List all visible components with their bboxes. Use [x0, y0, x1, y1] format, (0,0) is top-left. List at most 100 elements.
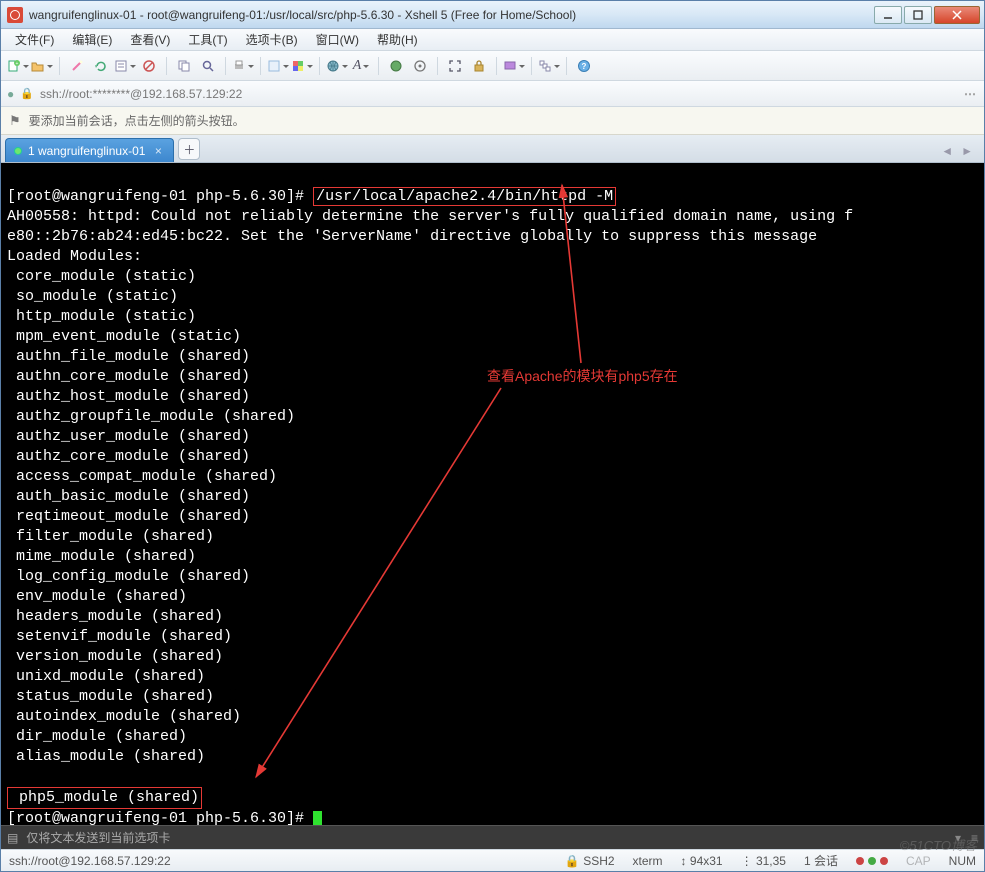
commandbar[interactable]: ▤ 仅将文本发送到当前选项卡 ▾ ≡ [1, 825, 984, 849]
terminal-line: status_module (shared) [7, 688, 214, 705]
cursor-icon [313, 811, 322, 825]
cmdbar-dropdown-icon[interactable]: ▾ [955, 831, 961, 845]
menu-edit[interactable]: 编辑(E) [64, 29, 120, 50]
copy-icon[interactable] [173, 55, 195, 77]
status-num: NUM [949, 854, 976, 868]
terminal[interactable]: [root@wangruifeng-01 php-5.6.30]# /usr/l… [1, 163, 984, 825]
addressbar-more-icon[interactable]: ⋯ [964, 87, 978, 101]
maximize-button[interactable] [904, 6, 932, 24]
font-icon[interactable] [267, 55, 289, 77]
tab-close-icon[interactable]: × [151, 144, 165, 158]
tab-prev-icon[interactable]: ◄ [938, 144, 956, 158]
tab-next-icon[interactable]: ► [958, 144, 976, 158]
find-icon[interactable] [197, 55, 219, 77]
status-session: 1 会话 [804, 852, 838, 869]
session-tab[interactable]: 1 wangruifenglinux-01 × [5, 138, 174, 162]
terminal-line: log_config_module (shared) [7, 568, 250, 585]
addressbar-bullet: ● [7, 87, 14, 101]
status-cursor: ⋮ 31,35 [741, 854, 786, 868]
terminal-line: authz_core_module (shared) [7, 448, 250, 465]
info-flag-icon[interactable]: ⚑ [9, 113, 21, 129]
color-scheme-icon[interactable] [291, 55, 313, 77]
terminal-line: alias_module (shared) [7, 748, 205, 765]
terminal-line: so_module (static) [7, 288, 178, 305]
terminal-line: filter_module (shared) [7, 528, 214, 545]
infobar: ⚑ 要添加当前会话，点击左侧的箭头按钮。 [1, 107, 984, 135]
cascade-icon[interactable] [538, 55, 560, 77]
minimize-button[interactable] [874, 6, 902, 24]
terminal-line: dir_module (shared) [7, 728, 187, 745]
close-button[interactable] [934, 6, 980, 24]
terminal-line: version_module (shared) [7, 648, 223, 665]
app-window: wangruifenglinux-01 - root@wangruifeng-0… [0, 0, 985, 872]
record-icon[interactable] [503, 55, 525, 77]
lock-small-icon: 🔒 [20, 87, 34, 100]
addressbar[interactable]: ● 🔒 ssh://root:********@192.168.57.129:2… [1, 81, 984, 107]
connection-status-icon [14, 147, 22, 155]
status-indicators [856, 857, 888, 865]
status-connection: ssh://root@192.168.57.129:22 [9, 854, 171, 868]
tabstrip: 1 wangruifenglinux-01 × ＋ ◄ ► [1, 135, 984, 163]
toolbar-sep [166, 57, 167, 75]
infobar-text: 要添加当前会话，点击左侧的箭头按钮。 [29, 112, 245, 129]
menu-view[interactable]: 查看(V) [122, 29, 178, 50]
terminal-line: [root@wangruifeng-01 php-5.6.30]# /usr/l… [7, 187, 616, 206]
new-tab-button[interactable]: ＋ [178, 138, 200, 160]
terminal-line: AH00558: httpd: Could not reliably deter… [7, 208, 853, 225]
menu-help[interactable]: 帮助(H) [369, 29, 426, 50]
svg-text:+: + [16, 61, 19, 67]
reconnect-icon[interactable] [90, 55, 112, 77]
status-cap: CAP [906, 854, 931, 868]
fullscreen-icon[interactable] [444, 55, 466, 77]
toolbar-sep [496, 57, 497, 75]
send-target-icon[interactable]: ▤ [7, 831, 18, 845]
cmdbar-menu-icon[interactable]: ≡ [971, 831, 978, 845]
status-size: ↕ 94x31 [681, 854, 723, 868]
menu-window[interactable]: 窗口(W) [308, 29, 367, 50]
terminal-line: reqtimeout_module (shared) [7, 508, 250, 525]
lock-icon[interactable] [468, 55, 490, 77]
titlebar[interactable]: wangruifenglinux-01 - root@wangruifeng-0… [1, 1, 984, 29]
toolbar-sep [260, 57, 261, 75]
terminal-line: env_module (shared) [7, 588, 187, 605]
module-list: core_module (static) so_module (static) … [7, 268, 295, 765]
terminal-line: authz_host_module (shared) [7, 388, 250, 405]
tab-label: 1 wangruifenglinux-01 [28, 144, 145, 158]
terminal-line: mime_module (shared) [7, 548, 196, 565]
terminal-line: authz_user_module (shared) [7, 428, 250, 445]
terminal-line: mpm_event_module (static) [7, 328, 241, 345]
php5-highlight: php5_module (shared) [7, 787, 202, 809]
disconnect-icon[interactable] [138, 55, 160, 77]
menu-file[interactable]: 文件(F) [7, 29, 62, 50]
terminal-line: authn_core_module (shared) [7, 368, 250, 385]
addressbar-text: ssh://root:********@192.168.57.129:22 [40, 87, 242, 101]
help-icon[interactable]: ? [573, 55, 595, 77]
wand-icon[interactable] [66, 55, 88, 77]
terminal-line: php5_module (shared) [7, 789, 202, 806]
menu-tab[interactable]: 选项卡(B) [238, 29, 306, 50]
toolbar-sep [566, 57, 567, 75]
terminal-line: e80::2b76:ab24:ed45:bc22. Set the 'Serve… [7, 228, 817, 245]
status-ssh: 🔒 SSH2 [565, 854, 615, 868]
toolbar-sep [319, 57, 320, 75]
window-title: wangruifenglinux-01 - root@wangruifeng-0… [29, 8, 874, 22]
toolbar-sep [225, 57, 226, 75]
encoding-icon[interactable] [385, 55, 407, 77]
tab-nav: ◄ ► [938, 144, 980, 158]
toolbar-sep [531, 57, 532, 75]
print-icon[interactable] [232, 55, 254, 77]
svg-text:?: ? [582, 62, 587, 71]
terminal-line: autoindex_module (shared) [7, 708, 241, 725]
menu-tools[interactable]: 工具(T) [180, 29, 235, 50]
font-size-icon[interactable]: A [350, 55, 372, 77]
new-session-button[interactable]: + [7, 55, 29, 77]
terminal-line: [root@wangruifeng-01 php-5.6.30]# [7, 810, 322, 825]
statusbar: ssh://root@192.168.57.129:22 🔒 SSH2 xter… [1, 849, 984, 871]
toolbar-sep [59, 57, 60, 75]
open-button[interactable] [31, 55, 53, 77]
globe-icon[interactable] [326, 55, 348, 77]
xftp-icon[interactable] [409, 55, 431, 77]
toolbar-sep [437, 57, 438, 75]
properties-icon[interactable] [114, 55, 136, 77]
terminal-line: authn_file_module (shared) [7, 348, 250, 365]
